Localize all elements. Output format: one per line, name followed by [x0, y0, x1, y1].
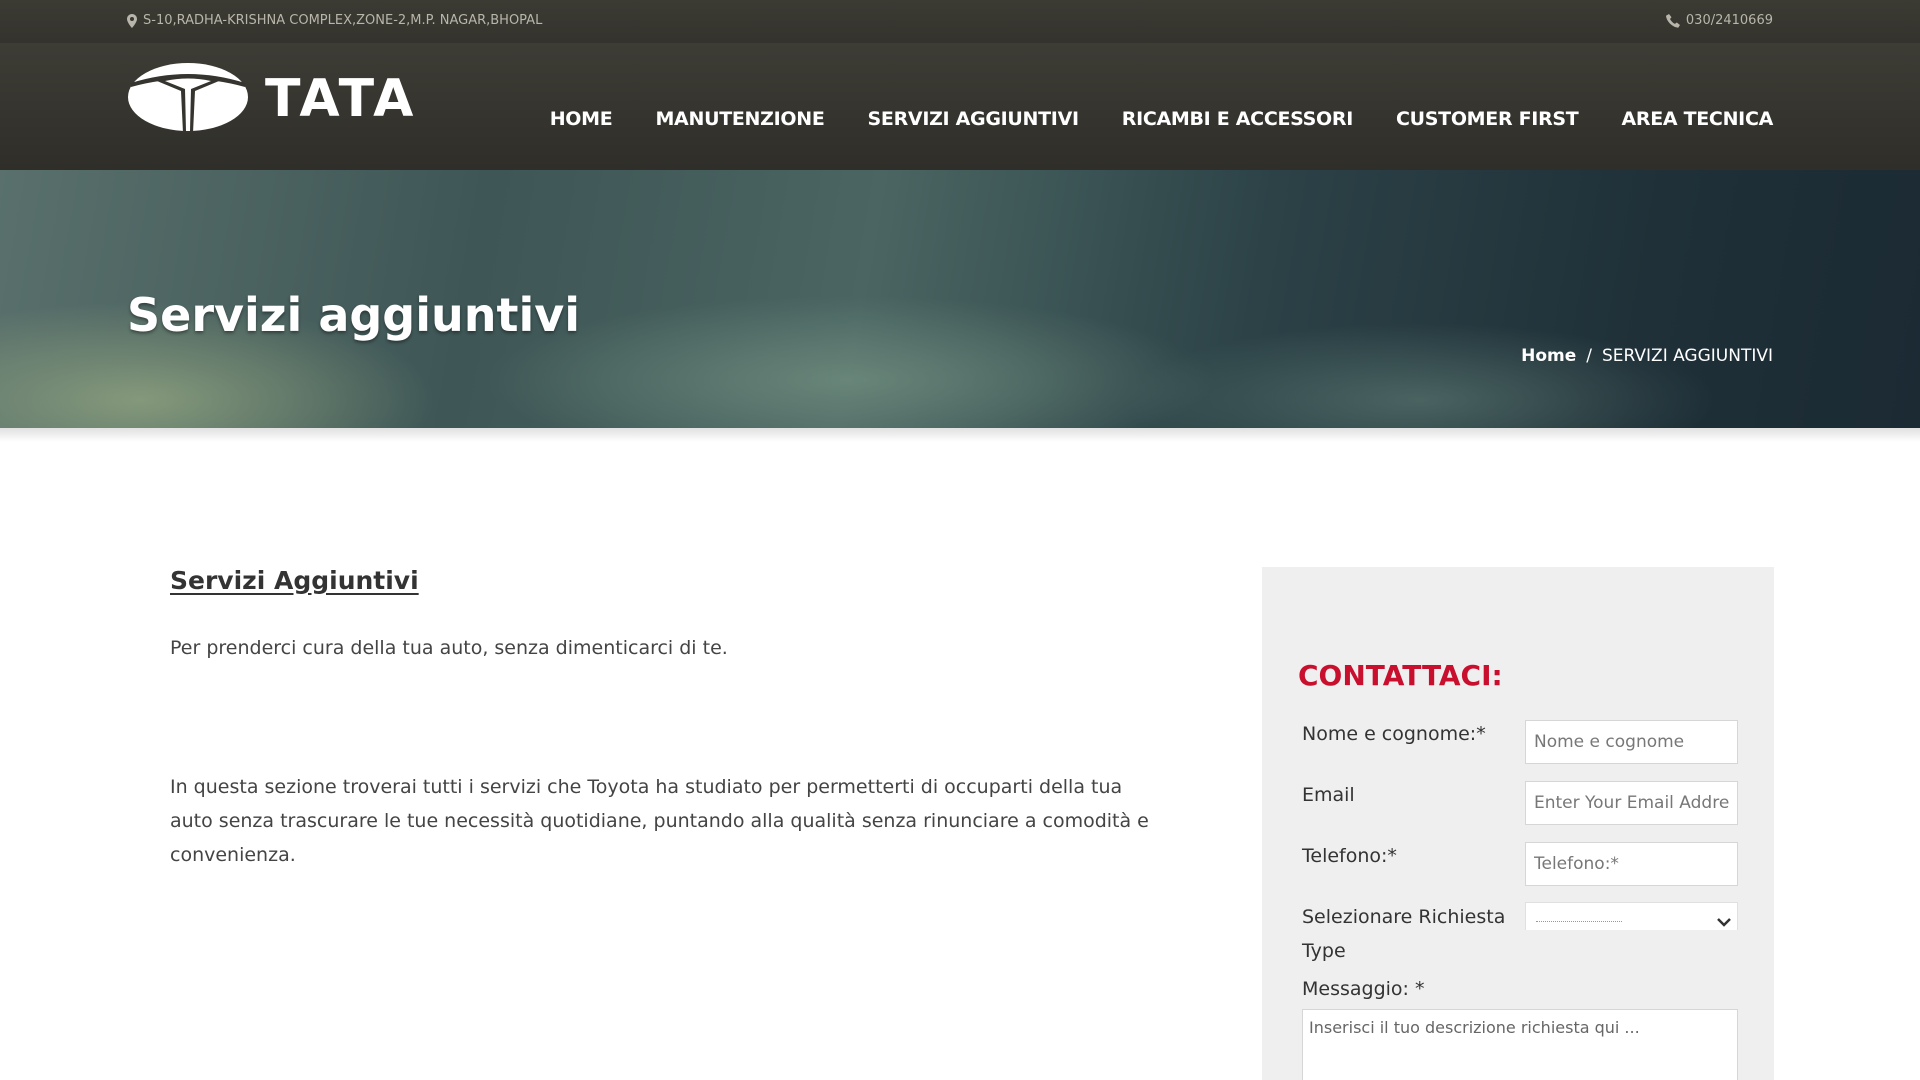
hero-shadow — [0, 428, 1920, 442]
brand-name: TATA — [265, 69, 417, 129]
nav-area-tecnica[interactable]: AREA TECNICA — [1621, 108, 1773, 130]
phone-icon — [1665, 13, 1680, 28]
chevron-down-icon — [1717, 912, 1731, 931]
message-textarea[interactable] — [1302, 1009, 1738, 1080]
top-info-bar: S-10,RADHA-KRISHNA COMPLEX,ZONE-2,M.P. N… — [0, 0, 1920, 43]
tata-emblem-icon — [127, 61, 249, 137]
nav-ricambi-accessori[interactable]: RICAMBI E ACCESSORI — [1122, 108, 1354, 130]
main-header: TATA HOME MANUTENZIONE SERVIZI AGGIUNTIV… — [0, 43, 1920, 170]
page-hero-banner: Servizi aggiuntivi Home / SERVIZI AGGIUN… — [0, 170, 1920, 428]
email-input[interactable] — [1525, 781, 1738, 825]
breadcrumb-current: SERVIZI AGGIUNTIVI — [1601, 346, 1773, 366]
content-intro: Per prenderci cura della tua auto, senza… — [170, 637, 728, 659]
contact-title: CONTATTACI: — [1298, 659, 1503, 692]
phone-input[interactable] — [1525, 842, 1738, 886]
phone-text: 030/2410669 — [1685, 13, 1773, 28]
address-text: S-10,RADHA-KRISHNA COMPLEX,ZONE-2,M.P. N… — [143, 13, 543, 28]
nav-home[interactable]: HOME — [550, 108, 613, 130]
content-body: In questa sezione troverai tutti i servi… — [170, 776, 1149, 866]
email-label: Email — [1302, 784, 1355, 806]
nav-servizi-aggiuntivi[interactable]: SERVIZI AGGIUNTIVI — [868, 108, 1080, 130]
map-pin-icon — [127, 13, 137, 28]
message-label: Messaggio: * — [1302, 978, 1425, 1000]
nav-customer-first[interactable]: CUSTOMER FIRST — [1396, 108, 1579, 130]
select-placeholder-dots — [1536, 921, 1622, 922]
request-type-select[interactable] — [1525, 902, 1738, 930]
content-heading: Servizi Aggiuntivi — [170, 566, 419, 595]
breadcrumb: Home / SERVIZI AGGIUNTIVI — [1521, 346, 1773, 366]
main-nav: HOME MANUTENZIONE SERVIZI AGGIUNTIVI RIC… — [550, 108, 1774, 130]
tata-logo[interactable]: TATA — [127, 61, 416, 137]
contact-panel: CONTATTACI: Nome e cognome:* Email Telef… — [1262, 567, 1774, 1080]
address-info: S-10,RADHA-KRISHNA COMPLEX,ZONE-2,M.P. N… — [127, 13, 542, 28]
phone-label: Telefono:* — [1302, 845, 1397, 867]
name-input[interactable] — [1525, 720, 1738, 764]
breadcrumb-home-link[interactable]: Home — [1521, 346, 1576, 366]
request-type-label: Selezionare Richiesta Type — [1302, 906, 1506, 962]
nav-manutenzione[interactable]: MANUTENZIONE — [655, 108, 824, 130]
breadcrumb-separator: / — [1586, 346, 1592, 366]
phone-info: 030/2410669 — [1665, 13, 1773, 28]
name-label: Nome e cognome:* — [1302, 723, 1486, 745]
page-title: Servizi aggiuntivi — [127, 288, 580, 342]
